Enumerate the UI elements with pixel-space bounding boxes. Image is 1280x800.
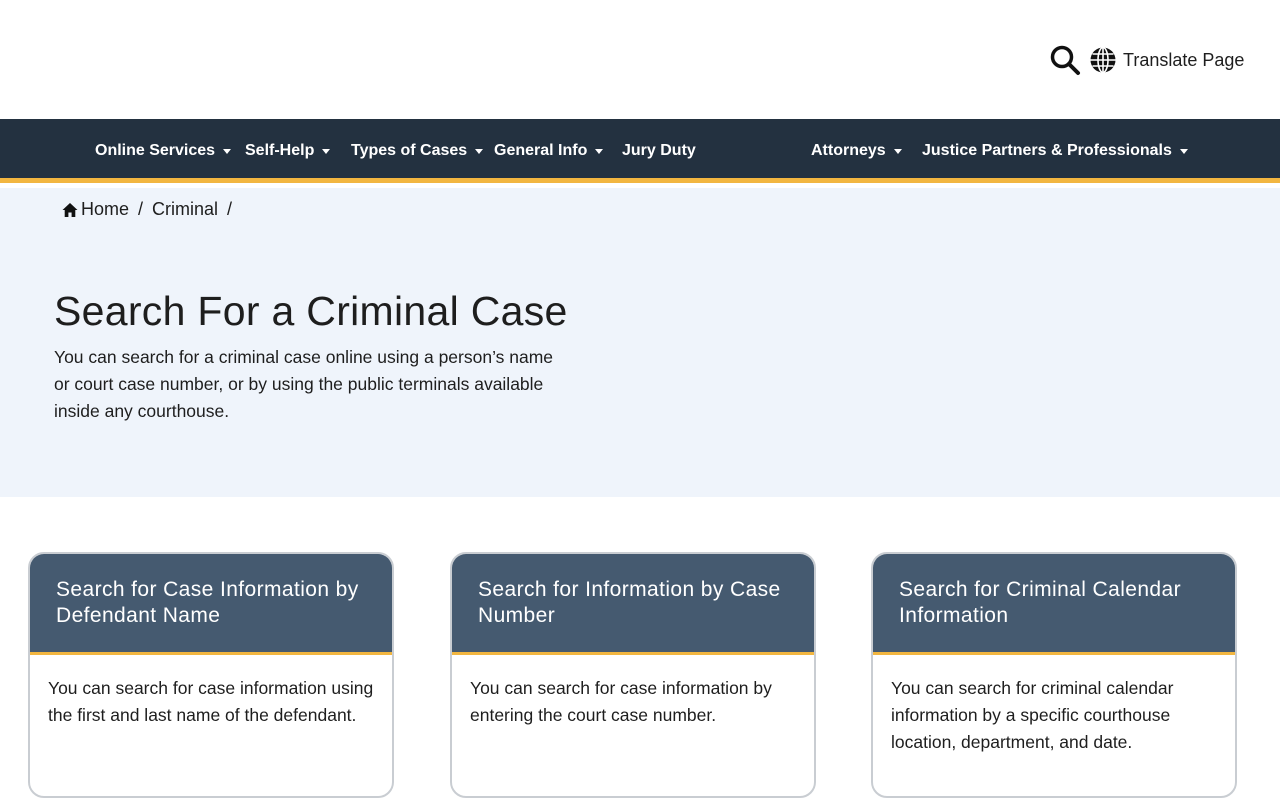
- nav-item-label: Jury Duty: [622, 142, 696, 159]
- nav-jury-duty[interactable]: Jury Duty: [622, 119, 696, 183]
- nav-item-label: Attorneys: [811, 142, 886, 159]
- home-icon: [62, 202, 78, 217]
- search-button[interactable]: [1049, 44, 1081, 76]
- breadcrumb-separator: /: [138, 199, 144, 219]
- caret-down-icon: [893, 148, 902, 154]
- card-body: You can search for case information by e…: [470, 678, 772, 725]
- globe-icon: [1090, 46, 1116, 74]
- translate-page-button[interactable]: Translate Page: [1089, 44, 1244, 76]
- nav-item-label: Justice Partners & Professionals: [922, 142, 1172, 159]
- card-search-by-defendant-name[interactable]: Search for Case Information by Defendant…: [28, 552, 394, 798]
- card-title[interactable]: Search for Case Information by Defendant…: [56, 577, 366, 629]
- translate-page-label: Translate Page: [1123, 49, 1245, 70]
- hero-section: Home / Criminal / Search For a Criminal …: [0, 188, 1280, 497]
- nav-general-info[interactable]: General Info: [494, 119, 604, 183]
- card-body: You can search for case information usin…: [48, 678, 374, 725]
- breadcrumb-home-link[interactable]: Home: [81, 199, 129, 220]
- card-body: You can search for criminal calendar inf…: [891, 678, 1174, 752]
- card-title[interactable]: Search for Criminal Calendar Information: [899, 577, 1209, 629]
- card-search-by-case-number[interactable]: Search for Information by Case Number Yo…: [450, 552, 816, 798]
- breadcrumb: Home / Criminal /: [62, 199, 241, 220]
- breadcrumb-criminal-link[interactable]: Criminal: [152, 199, 218, 220]
- card-search-criminal-calendar[interactable]: Search for Criminal Calendar Information…: [871, 552, 1237, 798]
- search-icon: [1050, 45, 1080, 75]
- nav-item-label: General Info: [494, 142, 588, 159]
- caret-down-icon: [475, 148, 484, 154]
- card-header: Search for Case Information by Defendant…: [30, 554, 392, 655]
- nav-item-label: Self-Help: [245, 142, 315, 159]
- caret-down-icon: [1179, 148, 1188, 154]
- nav-online-services[interactable]: Online Services: [95, 119, 232, 183]
- nav-types-of-cases[interactable]: Types of Cases: [351, 119, 484, 183]
- card-title[interactable]: Search for Information by Case Number: [478, 577, 788, 629]
- nav-item-label: Types of Cases: [351, 142, 468, 159]
- top-utility-bar: Translate Page: [0, 0, 1280, 119]
- nav-self-help[interactable]: Self-Help: [245, 119, 331, 183]
- main-navigation: Online Services Self-Help Types of Cases…: [0, 119, 1280, 183]
- page-description: You can search for a criminal case onlin…: [54, 347, 554, 421]
- card-header: Search for Information by Case Number: [452, 554, 814, 655]
- breadcrumb-separator: /: [227, 199, 233, 219]
- caret-down-icon: [595, 148, 604, 154]
- nav-justice-partners[interactable]: Justice Partners & Professionals: [922, 119, 1188, 183]
- nav-item-label: Online Services: [95, 142, 216, 159]
- page-title: Search For a Criminal Case: [54, 288, 568, 334]
- caret-down-icon: [223, 148, 232, 154]
- caret-down-icon: [322, 148, 331, 154]
- card-header: Search for Criminal Calendar Information: [873, 554, 1235, 655]
- nav-attorneys[interactable]: Attorneys: [811, 119, 902, 183]
